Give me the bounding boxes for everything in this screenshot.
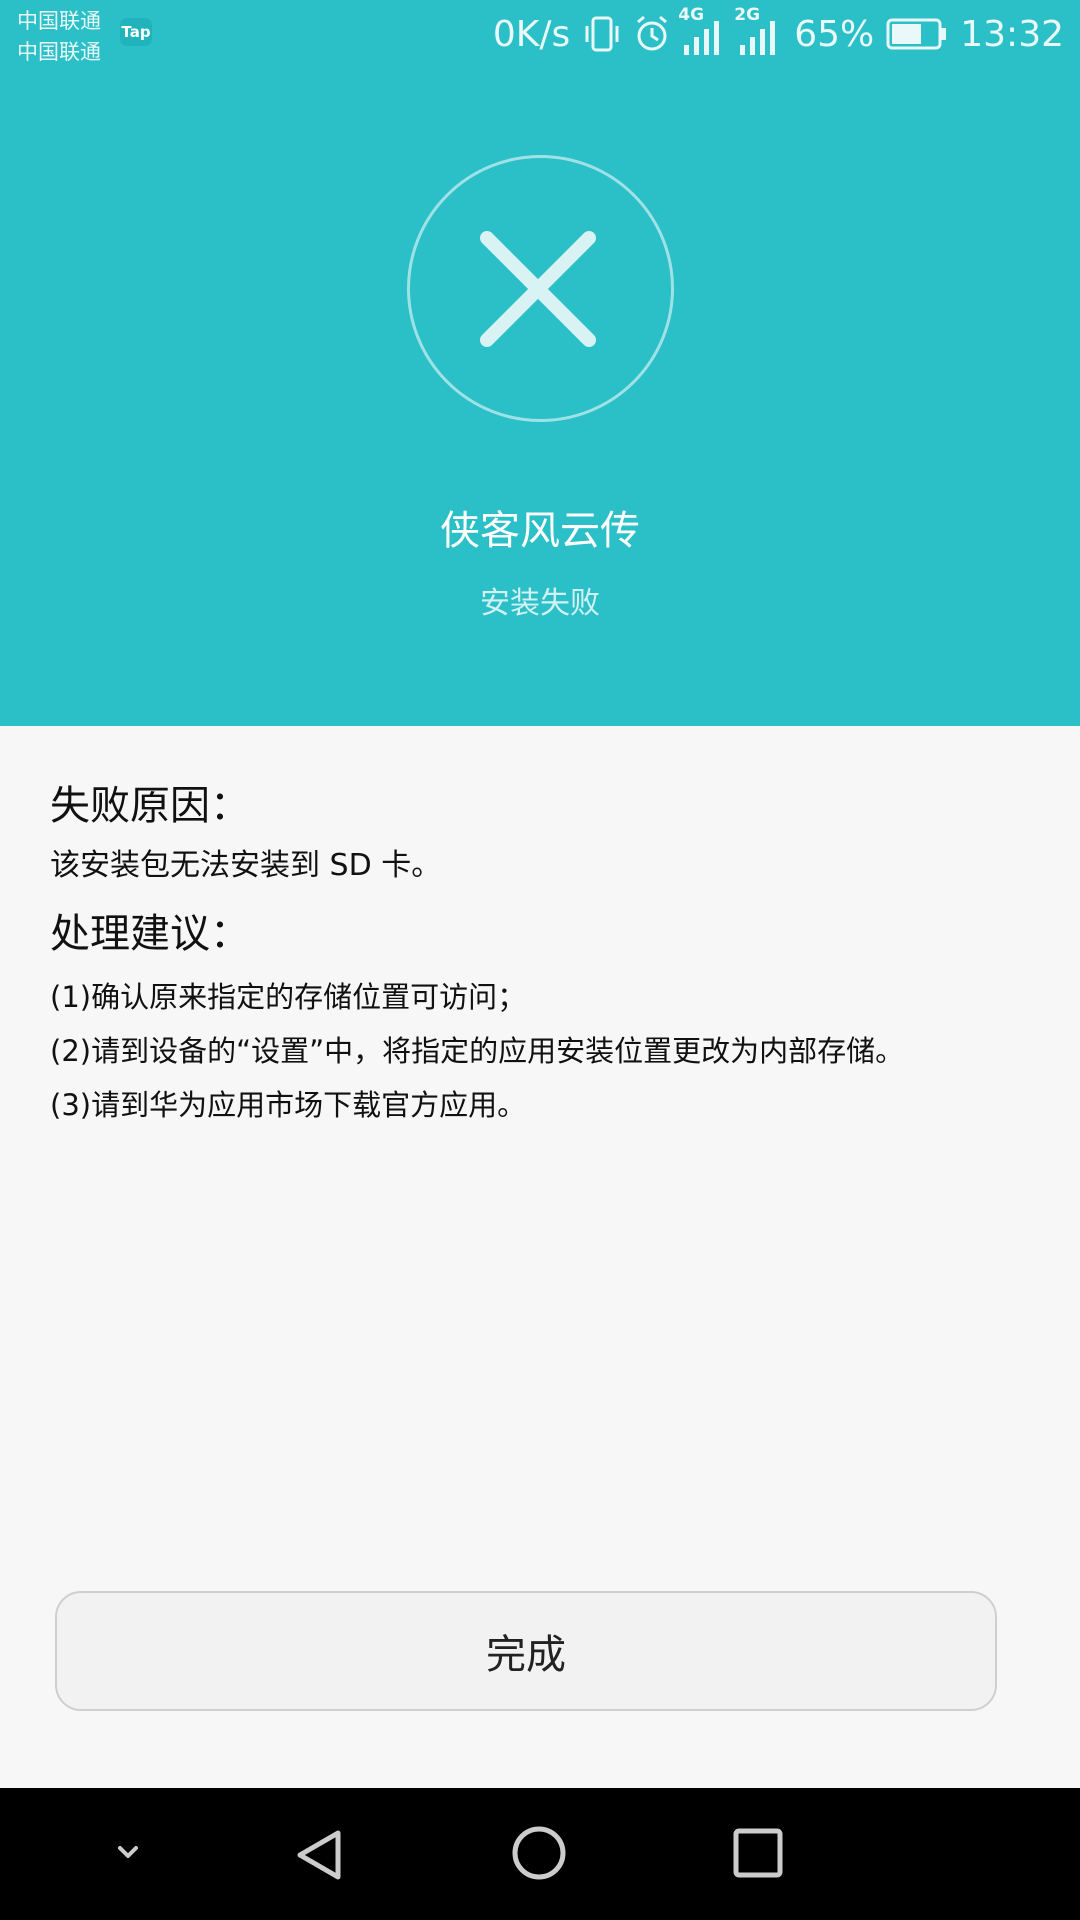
vibrate-icon [585,16,619,52]
navigation-bar [0,1788,1080,1920]
home-icon[interactable] [509,1823,569,1883]
back-icon[interactable] [290,1825,350,1885]
network-speed: 0K/s [492,13,571,55]
status-bar: 中国联通 中国联通 Tap 0K/s 4G 2G 65% 13:32 [0,0,1080,70]
failure-indicator [407,155,674,422]
signal-2g: 2G [734,5,782,57]
carrier-label: 中国联通 [17,40,101,64]
suggestion-list: (1)确认原来指定的存储位置可访问； (2)请到设备的“设置”中，将指定的应用安… [50,970,1040,1132]
signal-4g: 4G [678,5,726,57]
carrier-label: 中国联通 [17,9,101,33]
carrier-info: 中国联通 中国联通 [17,6,101,68]
app-name: 侠客风云传 [440,508,640,554]
close-icon [480,231,596,347]
reason-heading: 失败原因： [50,783,250,829]
alarm-icon [637,15,668,51]
suggestion-heading: 处理建议： [50,911,250,957]
install-status: 安装失败 [480,586,600,621]
clock: 13:32 [960,13,1064,55]
status-icons: 0K/s 4G 2G 65% 13:32 [492,5,1064,60]
suggestion-item: (1)确认原来指定的存储位置可访问； [50,980,527,1014]
chevron-down-icon[interactable] [108,1832,148,1872]
signal-icon [740,21,776,55]
battery-icon [886,18,947,50]
recents-icon[interactable] [728,1823,788,1883]
failure-details: 失败原因： 该安装包无法安装到 SD 卡。 处理建议： (1)确认原来指定的存储… [50,780,1040,1132]
tap-app-icon: Tap [120,18,152,46]
result-header: 中国联通 中国联通 Tap 0K/s 4G 2G 65% 13:32 侠客风云传… [0,0,1080,726]
battery-percent: 65% [794,13,875,55]
done-button[interactable]: 完成 [55,1591,997,1711]
suggestion-item: (2)请到设备的“设置”中，将指定的应用安装位置更改为内部存储。 [50,1034,905,1068]
signal-icon [684,21,720,55]
reason-text: 该安装包无法安装到 SD 卡。 [50,848,442,883]
suggestion-item: (3)请到华为应用市场下载官方应用。 [50,1088,527,1122]
